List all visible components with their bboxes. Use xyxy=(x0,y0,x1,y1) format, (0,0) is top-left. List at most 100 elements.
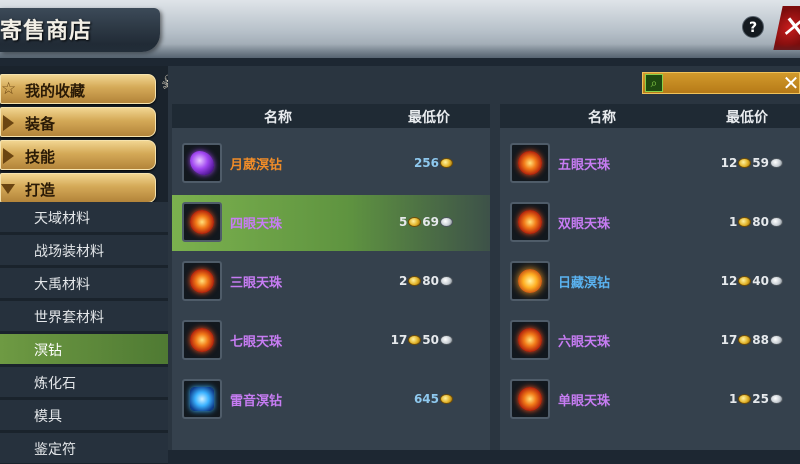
triangle-right-icon xyxy=(3,148,14,164)
list-header: 名称 最低价 xyxy=(500,104,800,128)
item-icon-frame xyxy=(182,143,222,183)
gold-coin-icon xyxy=(440,158,453,168)
price-primary: 5 xyxy=(398,215,408,229)
price-secondary: 80 xyxy=(422,274,439,288)
price-secondary: 88 xyxy=(752,333,769,347)
gold-coin-icon xyxy=(738,217,752,227)
sidebar-subitem-label: 战场装材料 xyxy=(34,244,104,260)
blue-gem-icon xyxy=(190,387,214,411)
window-title: 寄售商店 xyxy=(0,18,93,44)
item-price: 17 50 xyxy=(391,333,454,347)
silver-coin-icon xyxy=(440,217,453,227)
sidebar-category[interactable]: ☆ 我的收藏 xyxy=(0,74,156,104)
sidebar-subitem-label: 溟钻 xyxy=(34,343,62,359)
column-header-name: 名称 xyxy=(264,110,292,126)
sidebar-category[interactable]: 装备 xyxy=(0,107,156,137)
gold-coin-icon xyxy=(738,276,752,286)
price-primary: 17 xyxy=(390,333,408,347)
price-primary: 1 xyxy=(728,392,738,406)
item-row[interactable]: 日藏溟钻 12 40 xyxy=(500,254,800,310)
gold-coin-icon xyxy=(440,394,453,404)
item-row[interactable]: 七眼天珠 17 50 xyxy=(172,313,490,369)
sidebar-subitem[interactable]: 鉴定符 xyxy=(0,433,168,464)
triangle-right-icon xyxy=(3,115,14,131)
sidebar-subitem[interactable]: 战场装材料 xyxy=(0,235,168,266)
item-icon-frame xyxy=(182,202,222,242)
help-button[interactable]: ? xyxy=(742,16,764,38)
price-primary: 2 xyxy=(398,274,408,288)
star-icon: ☆ xyxy=(1,79,17,99)
sidebar-category-label: 打造 xyxy=(25,181,56,199)
sidebar-category[interactable]: 打造 xyxy=(0,173,156,203)
sidebar-subitem-label: 世界套材料 xyxy=(34,310,104,326)
item-name: 日藏溟钻 xyxy=(558,276,611,291)
item-row[interactable]: 雷音溟钻 645 xyxy=(172,372,490,428)
column-header-name: 名称 xyxy=(588,110,616,126)
item-list-left: 名称 最低价 月葳溟钻 256 四眼天珠 5 69 三眼天珠 2 80 七眼天珠 17 50 雷音溟钻… xyxy=(172,104,490,450)
item-icon-frame xyxy=(182,320,222,360)
item-row[interactable]: 月葳溟钻 256 xyxy=(172,136,490,192)
price-primary: 1 xyxy=(728,215,738,229)
sidebar-subitem[interactable]: 模具 xyxy=(0,400,168,431)
sidebar-subitem[interactable]: 炼化石 xyxy=(0,367,168,398)
item-name: 四眼天珠 xyxy=(230,217,283,232)
purple-gem-icon xyxy=(190,151,214,175)
gold-coin-icon xyxy=(408,335,422,345)
silver-coin-icon xyxy=(770,158,783,168)
search-input[interactable] xyxy=(642,72,800,94)
item-icon-frame xyxy=(510,379,550,419)
item-name: 雷音溟钻 xyxy=(230,394,283,409)
item-icon-frame xyxy=(510,143,550,183)
price-secondary: 40 xyxy=(752,274,769,288)
item-row[interactable]: 五眼天珠 12 59 xyxy=(500,136,800,192)
item-name: 月葳溟钻 xyxy=(230,158,283,173)
sidebar-subitem-label: 大禹材料 xyxy=(34,277,90,293)
item-icon-frame xyxy=(510,320,550,360)
item-price: 12 59 xyxy=(721,156,784,170)
item-row[interactable]: 四眼天珠 5 69 xyxy=(172,195,490,251)
item-icon-frame xyxy=(182,379,222,419)
fire-orb-icon xyxy=(518,210,542,234)
item-price: 17 88 xyxy=(721,333,784,347)
sidebar-subitem[interactable]: 大禹材料 xyxy=(0,268,168,299)
price-primary: 17 xyxy=(720,333,738,347)
price-secondary: 59 xyxy=(752,156,769,170)
sidebar-subitem-label: 模具 xyxy=(34,409,62,425)
price-secondary: 25 xyxy=(752,392,769,406)
sidebar-subitem[interactable]: 天域材料 xyxy=(0,202,168,233)
gold-coin-icon xyxy=(738,158,752,168)
silver-coin-icon xyxy=(440,276,453,286)
sidebar-subitem-label: 天域材料 xyxy=(34,211,90,227)
item-price: 645 xyxy=(414,392,454,406)
gold-coin-icon xyxy=(738,394,752,404)
sidebar-subitem[interactable]: 溟钻 xyxy=(0,334,168,365)
item-row[interactable]: 六眼天珠 17 88 xyxy=(500,313,800,369)
item-price: 1 25 xyxy=(729,392,784,406)
price-primary: 645 xyxy=(413,392,439,406)
fire-orb-icon xyxy=(190,210,214,234)
silver-coin-icon xyxy=(770,335,783,345)
item-icon-frame xyxy=(510,261,550,301)
item-name: 单眼天珠 xyxy=(558,394,611,409)
close-button[interactable]: ✕ xyxy=(773,6,800,50)
sidebar-subitem-label: 炼化石 xyxy=(34,376,76,392)
item-icon-frame xyxy=(182,261,222,301)
fire-orb-icon xyxy=(518,151,542,175)
item-row[interactable]: 单眼天珠 1 25 xyxy=(500,372,800,428)
item-price: 12 40 xyxy=(721,274,784,288)
gold-coin-icon xyxy=(738,335,752,345)
clear-search-button[interactable]: ✕ xyxy=(782,71,800,95)
fire-orb-icon xyxy=(190,269,214,293)
sidebar-subitem[interactable]: 世界套材料 xyxy=(0,301,168,332)
search-icon[interactable]: ⌕ xyxy=(645,74,663,92)
column-header-price: 最低价 xyxy=(408,110,450,126)
item-row[interactable]: 双眼天珠 1 80 xyxy=(500,195,800,251)
gold-coin-icon xyxy=(408,217,422,227)
price-primary: 12 xyxy=(720,156,738,170)
sun-gem-icon xyxy=(518,269,542,293)
silver-coin-icon xyxy=(440,335,453,345)
item-name: 七眼天珠 xyxy=(230,335,283,350)
sidebar-category[interactable]: 技能 xyxy=(0,140,156,170)
item-row[interactable]: 三眼天珠 2 80 xyxy=(172,254,490,310)
item-price: 2 80 xyxy=(399,274,454,288)
